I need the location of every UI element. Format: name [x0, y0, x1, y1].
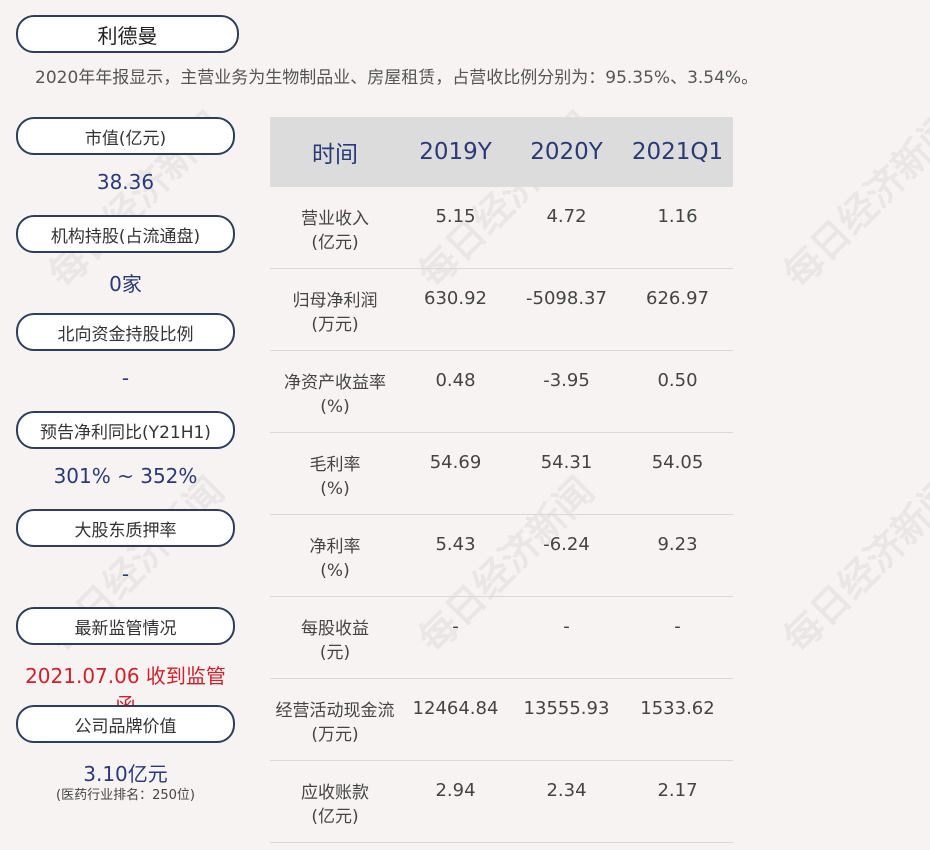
- metric-institution-holding: 机构持股(占流通盘) 0家: [16, 215, 235, 313]
- row-label: 毛利率 (%): [270, 433, 400, 514]
- metric-value: 301% ~ 352%: [53, 464, 198, 488]
- table-header: 时间 2019Y 2020Y 2021Q1: [270, 117, 733, 187]
- table-cell: 2.94: [435, 780, 476, 801]
- table-cell: -: [674, 616, 681, 637]
- metric-value: -: [121, 366, 130, 390]
- row-label-name: 应收账款: [301, 783, 369, 803]
- table-cell: -3.95: [543, 370, 590, 391]
- row-label-name: 经营活动现金流: [275, 701, 395, 721]
- row-label-unit: (万元): [311, 315, 359, 335]
- table-cell: 54.31: [540, 452, 593, 473]
- business-summary: 2020年年报显示，主营业务为生物制品业、房屋租赁，占营收比例分别为：95.35…: [35, 68, 759, 88]
- row-label: 每股收益 (元): [270, 597, 400, 678]
- table-cell: 630.92: [424, 288, 487, 309]
- table-cell: -6.24: [543, 534, 590, 555]
- metric-label: 公司品牌价值: [16, 705, 235, 743]
- row-label: 营业收入 (亿元): [270, 187, 400, 268]
- metric-label: 机构持股(占流通盘): [16, 215, 235, 253]
- row-label-name: 净资产收益率: [284, 373, 386, 393]
- row-label: 归母净利润 (万元): [270, 269, 400, 350]
- metrics-column: 市值(亿元) 38.36 机构持股(占流通盘) 0家 北向资金持股比例 - 预告…: [16, 117, 235, 803]
- table-cell: 0.48: [435, 370, 476, 391]
- table-row: 应收账款 (亿元) 2.94 2.34 2.17: [270, 761, 733, 843]
- table-cell: 0.50: [657, 370, 698, 391]
- metric-value: 38.36: [96, 170, 155, 194]
- header-cell: 2021Q1: [631, 139, 724, 165]
- metric-subtext: (医药行业排名：250位): [56, 788, 195, 803]
- metric-value: 0家: [109, 272, 142, 296]
- metric-label: 大股东质押率: [16, 509, 235, 547]
- row-label-unit: (%): [320, 561, 350, 581]
- header-cell: 2019Y: [419, 139, 492, 165]
- metric-regulation: 最新监管情况 2021.07.06 收到监管函: [16, 607, 235, 717]
- table-cell: 54.69: [429, 452, 482, 473]
- table-cell: 9.23: [657, 534, 698, 555]
- row-label: 应收账款 (亿元): [270, 761, 400, 842]
- table-cell: 1.16: [657, 206, 698, 227]
- financial-table: 时间 2019Y 2020Y 2021Q1 营业收入 (亿元) 5.15 4.72 1.…: [270, 117, 733, 843]
- row-label-unit: (万元): [311, 725, 359, 745]
- metric-profit-forecast: 预告净利同比(Y21H1) 301% ~ 352%: [16, 411, 235, 509]
- table-cell: 2.17: [657, 780, 698, 801]
- watermark: 每日经济新闻: [775, 103, 930, 297]
- metric-brand-value: 公司品牌价值 3.10亿元 (医药行业排名：250位): [16, 705, 235, 803]
- row-label-unit: (亿元): [311, 807, 359, 827]
- row-label-name: 归母净利润: [292, 291, 378, 311]
- table-row: 净利率 (%) 5.43 -6.24 9.23: [270, 515, 733, 597]
- table-cell: 626.97: [646, 288, 709, 309]
- row-label-name: 净利率: [309, 537, 361, 557]
- table-cell: 12464.84: [412, 698, 499, 719]
- watermark: 每日经济新闻: [775, 468, 930, 662]
- row-label-unit: (%): [320, 397, 350, 417]
- table-cell: 13555.93: [523, 698, 610, 719]
- row-label-unit: (%): [320, 479, 350, 499]
- metric-label: 市值(亿元): [16, 117, 235, 155]
- metric-value: -: [121, 562, 130, 586]
- table-row: 归母净利润 (万元) 630.92 -5098.37 626.97: [270, 269, 733, 351]
- table-cell: -: [452, 616, 459, 637]
- metric-pledge-ratio: 大股东质押率 -: [16, 509, 235, 607]
- table-body: 营业收入 (亿元) 5.15 4.72 1.16 归母净利润 (万元) 630.92 -5098…: [270, 187, 733, 843]
- row-label-name: 每股收益: [301, 619, 369, 639]
- metric-northbound-ratio: 北向资金持股比例 -: [16, 313, 235, 411]
- metric-market-cap: 市值(亿元) 38.36: [16, 117, 235, 215]
- row-label: 净资产收益率 (%): [270, 351, 400, 432]
- table-row: 毛利率 (%) 54.69 54.31 54.05: [270, 433, 733, 515]
- row-label-name: 营业收入: [301, 209, 369, 229]
- table-cell: 5.15: [435, 206, 476, 227]
- row-label: 经营活动现金流 (万元): [270, 679, 400, 760]
- table-cell: -: [563, 616, 570, 637]
- row-label-unit: (亿元): [311, 233, 359, 253]
- table-row: 经营活动现金流 (万元) 12464.84 13555.93 1533.62: [270, 679, 733, 761]
- table-row: 净资产收益率 (%) 0.48 -3.95 0.50: [270, 351, 733, 433]
- metric-label: 预告净利同比(Y21H1): [16, 411, 235, 449]
- table-cell: 54.05: [651, 452, 704, 473]
- table-row: 每股收益 (元) - - -: [270, 597, 733, 679]
- table-row: 营业收入 (亿元) 5.15 4.72 1.16: [270, 187, 733, 269]
- table-cell: 4.72: [546, 206, 587, 227]
- table-cell: 1533.62: [640, 698, 715, 719]
- metric-value: 3.10亿元: [83, 762, 168, 786]
- table-cell: 5.43: [435, 534, 476, 555]
- table-cell: -5098.37: [526, 288, 607, 309]
- metric-label: 最新监管情况: [16, 607, 235, 645]
- header-cell: 时间: [312, 142, 358, 168]
- row-label-name: 毛利率: [309, 455, 361, 475]
- table-cell: 2.34: [546, 780, 587, 801]
- company-title: 利德曼: [16, 15, 239, 53]
- header-cell: 2020Y: [530, 139, 603, 165]
- row-label-unit: (元): [319, 643, 351, 663]
- row-label: 净利率 (%): [270, 515, 400, 596]
- metric-label: 北向资金持股比例: [16, 313, 235, 351]
